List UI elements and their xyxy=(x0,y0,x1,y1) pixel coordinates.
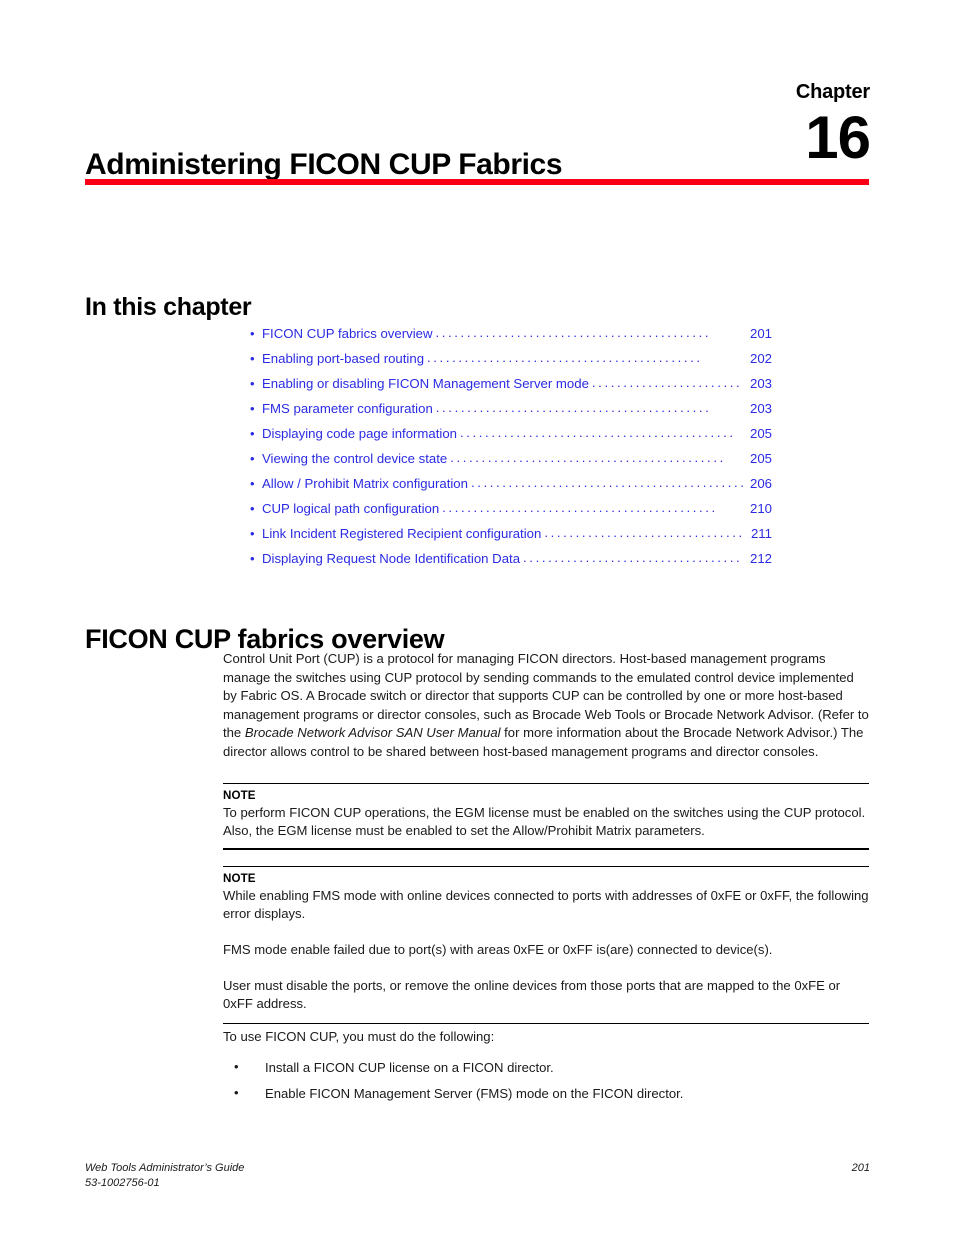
toc-leader-dots: ........................................… xyxy=(544,525,743,540)
chapter-number: 16 xyxy=(805,104,871,171)
toc-entry-label: FMS parameter configuration xyxy=(262,401,433,416)
note-label: NOTE xyxy=(223,871,256,885)
table-of-contents: • FICON CUP fabrics overview ...........… xyxy=(250,321,772,571)
note-block-egm-license: NOTE To perform FICON CUP operations, th… xyxy=(223,782,869,850)
note-error-message: FMS mode enable failed due to port(s) wi… xyxy=(223,941,773,957)
bullet-icon: • xyxy=(250,526,255,541)
header-divider-rule xyxy=(85,179,869,185)
chapter-label: Chapter xyxy=(795,81,870,103)
toc-leader-dots: ........................................… xyxy=(460,425,736,440)
toc-leader-dots: ........................................… xyxy=(435,325,712,340)
footer-left: Web Tools Administrator’s Guide 53-10027… xyxy=(85,1161,244,1190)
toc-page-number: 206 xyxy=(749,476,772,491)
note-bottom-rule xyxy=(223,1022,869,1024)
toc-entry-label: Enabling port-based routing xyxy=(262,351,425,366)
toc-entry[interactable]: • FICON CUP fabrics overview ...........… xyxy=(250,321,772,346)
toc-entry-label: Allow / Prohibit Matrix configuration xyxy=(262,476,468,491)
toc-leader-dots: ........................................… xyxy=(523,550,743,565)
toc-entry-label: FICON CUP fabrics overview xyxy=(262,326,433,341)
toc-entry[interactable]: • Displaying Request Node Identification… xyxy=(250,546,772,571)
note-remedy-text: User must disable the ports, or remove t… xyxy=(223,977,841,1012)
toc-entry[interactable]: • Displaying code page information .....… xyxy=(250,421,772,446)
overview-paragraph: Control Unit Port (CUP) is a protocol fo… xyxy=(223,650,869,762)
footer-document-number: 53-1002756-01 xyxy=(85,1176,160,1189)
note-label: NOTE xyxy=(223,788,256,802)
list-item-label: Enable FICON Management Server (FMS) mod… xyxy=(265,1085,684,1101)
toc-page-number: 205 xyxy=(749,451,772,466)
toc-entry[interactable]: • CUP logical path configuration .......… xyxy=(250,496,772,521)
list-item: • Install a FICON CUP license on a FICON… xyxy=(223,1059,869,1078)
requirements-intro: To use FICON CUP, you must do the follow… xyxy=(223,1028,495,1044)
toc-page-number: 212 xyxy=(749,551,772,566)
toc-leader-dots: ........................................… xyxy=(591,375,743,390)
toc-entry[interactable]: • Enabling or disabling FICON Management… xyxy=(250,371,772,396)
footer-guide-title: Web Tools Administrator’s Guide xyxy=(85,1162,245,1174)
toc-page-number: 203 xyxy=(749,376,772,391)
page-title: Administering FICON CUP Fabrics xyxy=(85,148,563,182)
toc-page-number: 202 xyxy=(749,351,772,366)
toc-leader-dots: ........................................… xyxy=(450,450,726,465)
toc-page-number: 205 xyxy=(749,426,772,441)
toc-entry-label: CUP logical path configuration xyxy=(262,501,440,516)
toc-entry[interactable]: • Link Incident Registered Recipient con… xyxy=(250,521,772,546)
requirements-list: • Install a FICON CUP license on a FICON… xyxy=(223,1059,869,1103)
bullet-icon: • xyxy=(250,476,255,491)
toc-entry[interactable]: • FMS parameter configuration ..........… xyxy=(250,396,772,421)
overview-paragraph-italic-title: Brocade Network Advisor SAN User Manual xyxy=(244,725,501,741)
body-column: Control Unit Port (CUP) is a protocol fo… xyxy=(223,650,869,1111)
document-page: Chapter 16 Administering FICON CUP Fabri… xyxy=(0,0,954,1235)
toc-page-number: 201 xyxy=(749,326,772,341)
bullet-icon: • xyxy=(250,401,255,416)
toc-page-number: 211 xyxy=(750,526,772,541)
footer-page-number: 201 xyxy=(851,1162,870,1174)
toc-entry[interactable]: • Allow / Prohibit Matrix configuration … xyxy=(250,471,772,496)
toc-leader-dots: ........................................… xyxy=(470,475,743,490)
note-text: To perform FICON CUP operations, the EGM… xyxy=(223,804,866,839)
toc-leader-dots: ........................................… xyxy=(427,350,703,365)
bullet-icon: • xyxy=(250,426,255,441)
note-block-fms-mode: NOTE While enabling FMS mode with online… xyxy=(223,865,869,1028)
bullet-icon: • xyxy=(250,451,255,466)
toc-page-number: 210 xyxy=(749,501,772,516)
bullet-icon: • xyxy=(250,351,255,366)
bullet-icon: • xyxy=(234,1084,239,1100)
toc-entry-label: Enabling or disabling FICON Management S… xyxy=(262,376,589,391)
toc-leader-dots: ........................................… xyxy=(442,500,718,515)
toc-entry-label: Displaying code page information xyxy=(262,426,457,441)
note-text: While enabling FMS mode with online devi… xyxy=(223,887,869,922)
toc-page-number: 203 xyxy=(749,401,772,416)
toc-leader-dots: ........................................… xyxy=(435,400,712,415)
bullet-icon: • xyxy=(250,376,255,391)
bullet-icon: • xyxy=(250,501,255,516)
bullet-icon: • xyxy=(234,1059,239,1075)
toc-entry[interactable]: • Enabling port-based routing ..........… xyxy=(250,346,772,371)
bullet-icon: • xyxy=(250,326,255,341)
list-item: • Enable FICON Management Server (FMS) m… xyxy=(223,1085,869,1104)
toc-entry-label: Viewing the control device state xyxy=(262,451,448,466)
bullet-icon: • xyxy=(250,551,255,566)
in-this-chapter-heading: In this chapter xyxy=(85,292,252,321)
toc-entry-label: Displaying Request Node Identification D… xyxy=(262,551,521,566)
toc-entry[interactable]: • Viewing the control device state .....… xyxy=(250,446,772,471)
list-item-label: Install a FICON CUP license on a FICON d… xyxy=(265,1060,554,1076)
toc-entry-label: Link Incident Registered Recipient confi… xyxy=(262,526,542,541)
